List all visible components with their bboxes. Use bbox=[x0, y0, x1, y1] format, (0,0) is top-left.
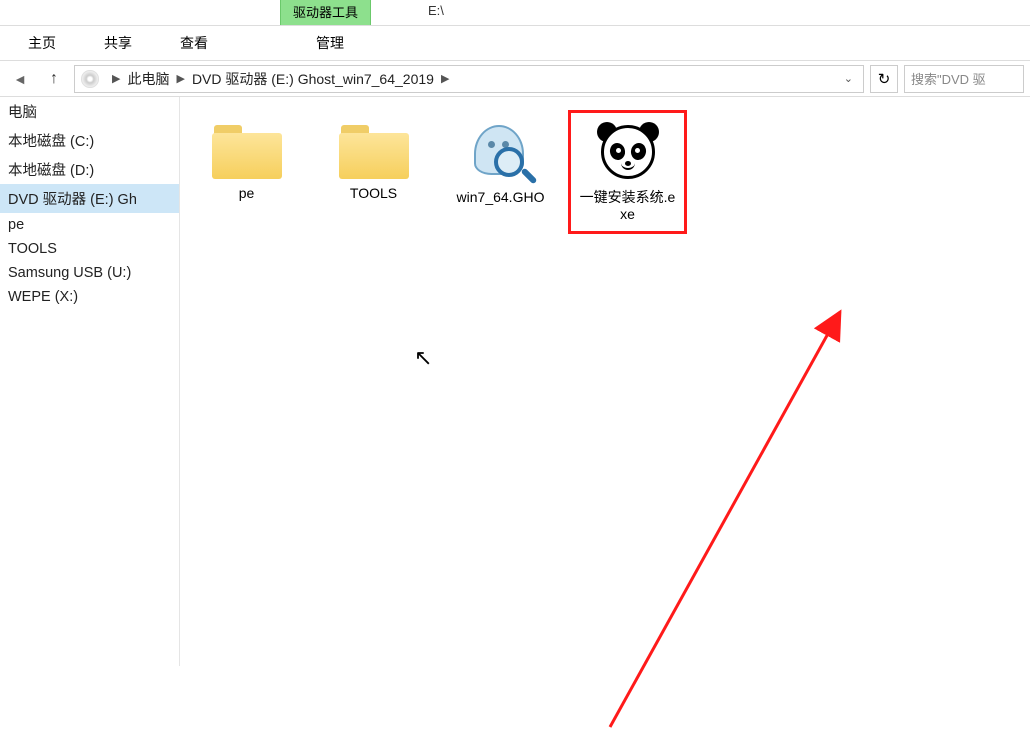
nav-up-button[interactable]: ↑ bbox=[40, 65, 68, 93]
sidebar-item-disk-d[interactable]: 本地磁盘 (D:) bbox=[0, 155, 179, 184]
drive-letter-label: E:\ bbox=[428, 3, 444, 18]
breadcrumb[interactable]: ▶ 此电脑 ▶ DVD 驱动器 (E:) Ghost_win7_64_2019 … bbox=[74, 65, 864, 93]
folder-pe[interactable]: pe bbox=[194, 117, 299, 206]
chevron-right-icon[interactable]: ▶ bbox=[112, 72, 120, 85]
sidebar-item-tools[interactable]: TOOLS bbox=[0, 237, 179, 261]
tab-share[interactable]: 共享 bbox=[80, 27, 156, 59]
breadcrumb-dropdown[interactable]: ⌄ bbox=[840, 72, 857, 85]
file-win7-gho[interactable]: win7_64.GHO bbox=[448, 117, 553, 210]
folder-icon bbox=[339, 121, 409, 179]
sidebar-item-samsung-usb[interactable]: Samsung USB (U:) bbox=[0, 261, 179, 285]
file-label: TOOLS bbox=[350, 185, 397, 202]
disc-icon bbox=[81, 70, 99, 88]
chevron-right-icon[interactable]: ▶ bbox=[441, 72, 449, 85]
sidebar-item-pe[interactable]: pe bbox=[0, 213, 179, 237]
file-label: 一键安装系统.exe bbox=[579, 189, 676, 223]
nav-back-button[interactable]: ◄ bbox=[6, 65, 34, 93]
annotation-arrow bbox=[550, 297, 880, 737]
tab-manage[interactable]: 管理 bbox=[292, 27, 368, 59]
tab-view[interactable]: 查看 bbox=[156, 27, 232, 59]
chevron-right-icon[interactable]: ▶ bbox=[176, 72, 184, 85]
refresh-button[interactable]: ↻ bbox=[870, 65, 898, 93]
search-placeholder: 搜索"DVD 驱 bbox=[911, 69, 986, 88]
ghost-file-icon bbox=[468, 121, 534, 183]
sidebar-item-pc[interactable]: 电脑 bbox=[0, 97, 179, 126]
panda-exe-icon bbox=[597, 121, 659, 183]
cursor-icon: ↖ bbox=[414, 345, 432, 371]
nav-tree: 电脑 本地磁盘 (C:) 本地磁盘 (D:) DVD 驱动器 (E:) Gh p… bbox=[0, 97, 180, 666]
folder-tools[interactable]: TOOLS bbox=[321, 117, 426, 206]
sidebar-item-wepe-x[interactable]: WEPE (X:) bbox=[0, 285, 179, 309]
sidebar-item-disk-c[interactable]: 本地磁盘 (C:) bbox=[0, 126, 179, 155]
breadcrumb-segment-pc[interactable]: 此电脑 bbox=[127, 69, 169, 89]
tab-home[interactable]: 主页 bbox=[4, 27, 80, 59]
breadcrumb-segment-drive[interactable]: DVD 驱动器 (E:) Ghost_win7_64_2019 bbox=[192, 69, 434, 89]
folder-icon bbox=[212, 121, 282, 179]
file-label: pe bbox=[239, 185, 255, 202]
search-input[interactable]: 搜索"DVD 驱 bbox=[904, 65, 1024, 93]
ribbon-contextual-tab[interactable]: 驱动器工具 bbox=[280, 0, 371, 25]
sidebar-item-dvd-e[interactable]: DVD 驱动器 (E:) Gh bbox=[0, 184, 179, 213]
file-pane[interactable]: pe TOOLS win7_64.GHO 一键安装系统.exe bbox=[180, 97, 1030, 666]
file-installer-exe[interactable]: 一键安装系统.exe bbox=[575, 117, 680, 227]
file-label: win7_64.GHO bbox=[457, 189, 545, 206]
